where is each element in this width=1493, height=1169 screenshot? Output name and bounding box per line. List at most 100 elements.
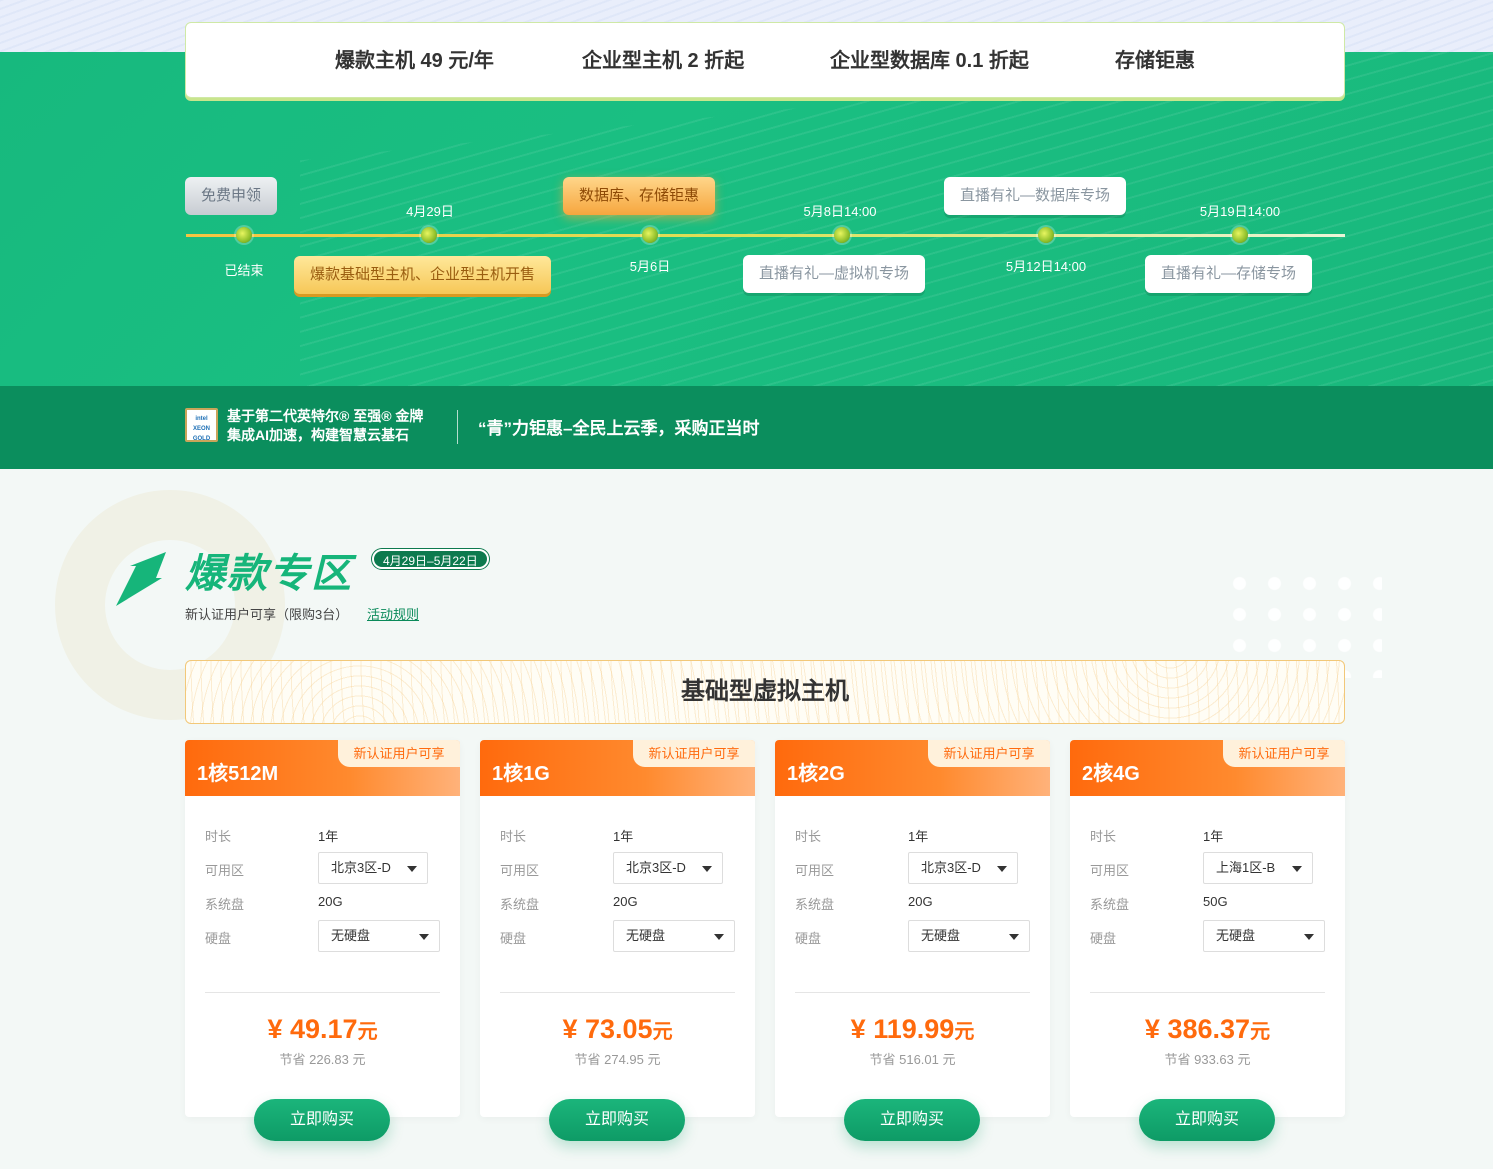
card-divider — [205, 992, 440, 993]
buy-now-button[interactable]: 立即购买 — [844, 1099, 980, 1141]
card-header: 1核2G 新认证用户可享 — [775, 740, 1050, 796]
disk-select[interactable]: 无硬盘 — [318, 920, 440, 952]
strip-divider — [457, 410, 458, 444]
price-value: 49.17 — [289, 1014, 358, 1044]
price-unit: 元 — [954, 1021, 975, 1043]
savings-text: 节省 516.01 元 — [869, 1052, 956, 1067]
timeline-date: 5月6日 — [629, 259, 671, 274]
price-unit: 元 — [1250, 1021, 1271, 1043]
savings-text: 节省 933.63 元 — [1164, 1052, 1251, 1067]
duration-label: 时长 — [1090, 829, 1117, 844]
promo-nav-bar: 爆款主机 49 元/年 企业型主机 2 折起 企业型数据库 0.1 折起 存储钜… — [185, 22, 1345, 98]
intel-line-1: 基于第二代英特尔® 至强® 金牌 — [227, 408, 424, 424]
chevron-down-icon — [419, 934, 429, 940]
intel-line-2: 集成AI加速，构建智慧云基石 — [227, 427, 409, 443]
product-card: 1核1G 新认证用户可享 时长 1年 可用区 北京3区-D 系统盘 20G 硬盘… — [480, 740, 755, 1117]
product-card: 2核4G 新认证用户可享 时长 1年 可用区 上海1区-B 系统盘 50G 硬盘… — [1070, 740, 1345, 1117]
new-user-badge: 新认证用户可享 — [338, 740, 460, 767]
buy-now-button[interactable]: 立即购买 — [549, 1099, 685, 1141]
chevron-down-icon — [1304, 934, 1314, 940]
price: ¥ 73.05元 — [480, 1014, 755, 1045]
rules-link[interactable]: 活动规则 — [367, 604, 419, 623]
section-title: 爆款专区 — [185, 552, 353, 596]
card-header: 1核512M 新认证用户可享 — [185, 740, 460, 796]
chevron-down-icon — [407, 866, 417, 872]
sys-disk-label: 系统盘 — [500, 897, 540, 912]
duration-label: 时长 — [205, 829, 232, 844]
price: ¥ 119.99元 — [775, 1014, 1050, 1045]
zone-select-value: 北京3区-D — [921, 860, 981, 875]
zone-select-value: 上海1区-B — [1216, 860, 1276, 875]
timeline-date: 4月29日 — [406, 204, 454, 219]
disk-select-value: 无硬盘 — [921, 928, 961, 943]
disk-label: 硬盘 — [795, 931, 822, 946]
price: ¥ 386.37元 — [1070, 1014, 1345, 1045]
disk-label: 硬盘 — [1090, 931, 1117, 946]
currency-symbol: ¥ — [850, 1014, 866, 1044]
sys-disk-value: 20G — [318, 894, 343, 909]
intel-xeon-logo: intel XEON GOLD — [185, 408, 218, 442]
zone-select[interactable]: 北京3区-D — [613, 852, 723, 884]
duration-value: 1年 — [1203, 829, 1224, 844]
timeline-dot — [834, 227, 850, 243]
tag-live-vm[interactable]: 直播有礼—虚拟机专场 — [743, 255, 926, 293]
chevron-down-icon — [714, 934, 724, 940]
zone-select-value: 北京3区-D — [626, 860, 686, 875]
zone-select[interactable]: 北京3区-D — [318, 852, 428, 884]
price-value: 73.05 — [584, 1014, 653, 1044]
nav-item-enterprise-db[interactable]: 企业型数据库 0.1 折起 — [830, 23, 1029, 99]
new-user-badge: 新认证用户可享 — [633, 740, 755, 767]
price-value: 119.99 — [873, 1014, 955, 1044]
card-header: 2核4G 新认证用户可享 — [1070, 740, 1345, 796]
disk-select[interactable]: 无硬盘 — [1203, 920, 1325, 952]
buy-now-button[interactable]: 立即购买 — [1139, 1099, 1275, 1141]
tag-free-apply: 免费申领 — [185, 177, 278, 215]
currency-symbol: ¥ — [1144, 1014, 1160, 1044]
duration-label: 时长 — [795, 829, 822, 844]
disk-select-value: 无硬盘 — [331, 928, 371, 943]
timeline-date: 5月8日14:00 — [803, 204, 877, 219]
timeline-dot — [236, 227, 252, 243]
buy-now-button[interactable]: 立即购买 — [254, 1099, 390, 1141]
product-card: 1核2G 新认证用户可享 时长 1年 可用区 北京3区-D 系统盘 20G 硬盘… — [775, 740, 1050, 1117]
nav-item-storage[interactable]: 存储钜惠 — [1115, 23, 1195, 99]
chevron-down-icon — [1292, 866, 1302, 872]
category-title: 基础型虚拟主机 — [681, 678, 849, 705]
sys-disk-value: 20G — [613, 894, 638, 909]
zone-label: 可用区 — [500, 863, 540, 878]
nav-item-enterprise-host[interactable]: 企业型主机 2 折起 — [582, 23, 744, 99]
timeline-dot — [1232, 227, 1248, 243]
timeline-dot — [642, 227, 658, 243]
lightning-arrow-icon — [116, 552, 166, 606]
timeline-date: 5月19日14:00 — [1199, 204, 1281, 219]
duration-label: 时长 — [500, 829, 527, 844]
tag-live-db[interactable]: 直播有礼—数据库专场 — [944, 177, 1127, 215]
timeline-date: 5月12日14:00 — [1005, 259, 1087, 274]
price-unit: 元 — [357, 1021, 378, 1043]
intel-description: 基于第二代英特尔® 至强® 金牌 集成AI加速，构建智慧云基石 — [227, 407, 423, 445]
currency-symbol: ¥ — [562, 1014, 578, 1044]
currency-symbol: ¥ — [267, 1014, 283, 1044]
price-value: 386.37 — [1167, 1014, 1251, 1044]
disk-select-value: 无硬盘 — [626, 928, 666, 943]
card-divider — [795, 992, 1030, 993]
tag-live-storage[interactable]: 直播有礼—存储专场 — [1145, 255, 1313, 293]
duration-value: 1年 — [908, 829, 929, 844]
zone-select[interactable]: 北京3区-D — [908, 852, 1018, 884]
strip-slogan: “青”力钜惠–全民上云季，采购正当时 — [478, 419, 760, 438]
zone-select[interactable]: 上海1区-B — [1203, 852, 1313, 884]
sys-disk-label: 系统盘 — [1090, 897, 1130, 912]
timeline-line — [186, 234, 1345, 237]
nav-item-hot-host[interactable]: 爆款主机 49 元/年 — [335, 23, 494, 99]
disk-select[interactable]: 无硬盘 — [613, 920, 735, 952]
disk-select[interactable]: 无硬盘 — [908, 920, 1030, 952]
tag-hot-sale: 爆款基础型主机、企业型主机开售 — [294, 256, 552, 294]
price: ¥ 49.17元 — [185, 1014, 460, 1045]
zone-label: 可用区 — [795, 863, 835, 878]
sys-disk-value: 50G — [1203, 894, 1228, 909]
savings-text: 节省 274.95 元 — [574, 1052, 661, 1067]
card-divider — [500, 992, 735, 993]
duration-value: 1年 — [613, 829, 634, 844]
sys-disk-label: 系统盘 — [795, 897, 835, 912]
zone-select-value: 北京3区-D — [331, 860, 391, 875]
